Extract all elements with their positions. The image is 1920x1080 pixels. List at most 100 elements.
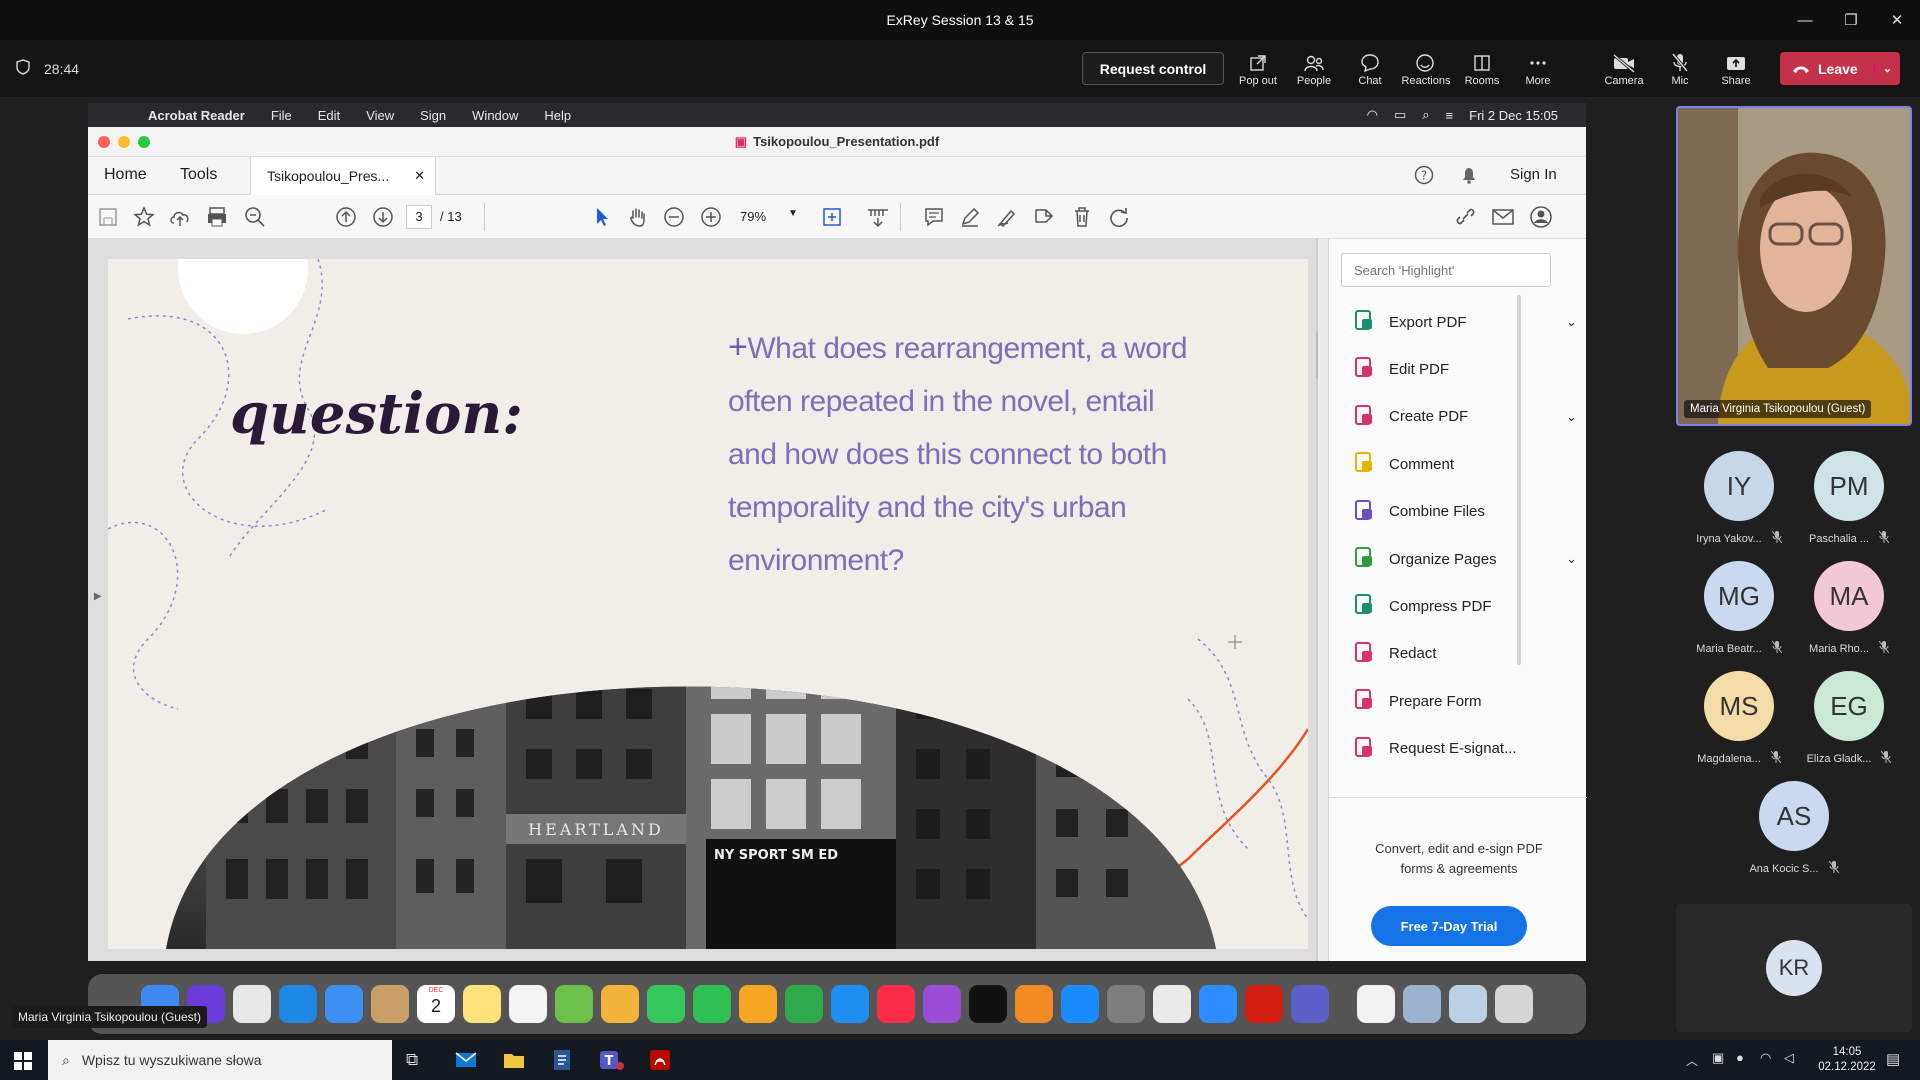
document-tab[interactable]: Tsikopoulou_Pres... ✕ bbox=[250, 157, 436, 195]
file-explorer-icon[interactable] bbox=[502, 1048, 526, 1077]
participant-tile[interactable]: MS Magdalena... bbox=[1687, 671, 1791, 771]
numbers-icon[interactable] bbox=[785, 985, 823, 1023]
safari-icon[interactable] bbox=[279, 985, 317, 1023]
mac-menu-window[interactable]: Window bbox=[472, 108, 518, 123]
word-app-icon[interactable] bbox=[550, 1048, 574, 1077]
print-icon[interactable] bbox=[205, 205, 229, 229]
pages-icon[interactable] bbox=[739, 985, 777, 1023]
rotate-icon[interactable] bbox=[1107, 205, 1131, 229]
save-icon[interactable] bbox=[96, 205, 120, 229]
reminders-icon[interactable] bbox=[509, 985, 547, 1023]
zoom-level-select[interactable]: 79% bbox=[740, 209, 766, 224]
scroll-mode-icon[interactable] bbox=[866, 205, 890, 229]
camera-button[interactable]: Camera bbox=[1596, 40, 1652, 97]
acrobat-dock-icon[interactable] bbox=[1245, 985, 1283, 1023]
mac-menu-view[interactable]: View bbox=[366, 108, 394, 123]
home-tab[interactable]: Home bbox=[104, 166, 147, 184]
chevron-down-icon[interactable]: ⌄ bbox=[1874, 62, 1900, 75]
system-preferences-icon[interactable] bbox=[1107, 985, 1145, 1023]
document-view[interactable]: ▶ question: +What does rearrangement, a … bbox=[88, 239, 1318, 961]
participant-tile[interactable]: MA Maria Rho... bbox=[1797, 561, 1901, 661]
rooms-button[interactable]: Rooms bbox=[1454, 40, 1510, 97]
hand-tool-icon[interactable] bbox=[626, 205, 650, 229]
close-tab-icon[interactable]: ✕ bbox=[414, 168, 425, 184]
control-center-icon[interactable]: ≡ bbox=[1446, 108, 1454, 123]
windows-start-icon[interactable] bbox=[14, 1052, 32, 1075]
notes-icon[interactable] bbox=[463, 985, 501, 1023]
tray-camera-icon[interactable]: ▣ bbox=[1712, 1050, 1724, 1066]
battery-icon[interactable]: ▭ bbox=[1394, 107, 1406, 123]
zoom-dot[interactable] bbox=[138, 136, 150, 148]
chevron-down-icon[interactable]: ⌄ bbox=[1566, 314, 1577, 330]
mic-button[interactable]: Mic bbox=[1652, 40, 1708, 97]
calendar-icon[interactable]: DEC 2 bbox=[417, 985, 455, 1023]
fill-sign-icon[interactable] bbox=[1032, 205, 1056, 229]
draw-icon[interactable] bbox=[995, 205, 1019, 229]
pop-out-button[interactable]: Pop out bbox=[1230, 40, 1286, 97]
tool-prepare-form[interactable]: Prepare Form bbox=[1353, 686, 1553, 716]
taskbar-search[interactable]: ⌕ Wpisz tu wyszukiwane słowa bbox=[48, 1040, 392, 1080]
tools-tab[interactable]: Tools bbox=[180, 166, 217, 184]
share-link-icon[interactable] bbox=[1454, 205, 1478, 229]
more-button[interactable]: More bbox=[1510, 40, 1566, 97]
acrobat-app-icon[interactable] bbox=[648, 1048, 672, 1077]
tool-organize-pages[interactable]: Organize Pages ⌄ bbox=[1353, 544, 1577, 574]
people-button[interactable]: People bbox=[1286, 40, 1342, 97]
chevron-down-icon[interactable]: ⌄ bbox=[1566, 551, 1577, 567]
participant-tile[interactable]: PM Paschalia ... bbox=[1797, 451, 1901, 551]
close-icon[interactable]: ✕ bbox=[1874, 11, 1920, 29]
wifi-icon[interactable]: ◠ bbox=[1367, 107, 1378, 123]
apple-tv-icon[interactable] bbox=[969, 985, 1007, 1023]
share-button[interactable]: Share bbox=[1708, 40, 1764, 97]
free-trial-button[interactable]: Free 7-Day Trial bbox=[1371, 906, 1527, 946]
messages-icon[interactable] bbox=[647, 985, 685, 1023]
tool-request-e-signat[interactable]: Request E-signat... bbox=[1353, 734, 1553, 764]
participant-tile[interactable]: EG Eliza Gladk... bbox=[1797, 671, 1901, 771]
fit-page-icon[interactable] bbox=[820, 205, 844, 229]
zoom-chevron-icon[interactable]: ▼ bbox=[788, 208, 798, 219]
participant-tile[interactable]: KR bbox=[1676, 904, 1912, 1032]
account-icon[interactable] bbox=[1529, 205, 1553, 229]
left-pane-toggle-icon[interactable]: ▶ bbox=[94, 591, 102, 602]
trash-icon[interactable] bbox=[1495, 985, 1533, 1023]
task-view-icon[interactable]: ⧉ bbox=[406, 1050, 418, 1070]
zoom-out-icon[interactable] bbox=[662, 205, 686, 229]
tray-network-icon[interactable]: ◠ bbox=[1760, 1050, 1771, 1066]
tray-volume-icon[interactable]: ◁ bbox=[1784, 1050, 1794, 1066]
tool-comment[interactable]: Comment bbox=[1353, 449, 1553, 479]
request-control-button[interactable]: Request control bbox=[1082, 52, 1224, 85]
close-dot[interactable] bbox=[98, 136, 110, 148]
notifications-icon[interactable]: ▤ bbox=[1886, 1050, 1900, 1068]
zoom-app-icon[interactable] bbox=[1199, 985, 1237, 1023]
music-icon[interactable] bbox=[877, 985, 915, 1023]
teams-app-icon[interactable]: T bbox=[598, 1048, 624, 1077]
document-scrollbar-thumb[interactable] bbox=[1316, 331, 1318, 379]
select-cursor-icon[interactable] bbox=[590, 205, 614, 229]
chrome-icon[interactable] bbox=[1153, 985, 1191, 1023]
document-icon[interactable] bbox=[1357, 985, 1395, 1023]
restore-icon[interactable]: ❐ bbox=[1828, 11, 1874, 29]
page-number-input[interactable]: 3 bbox=[406, 205, 432, 229]
tray-chevron-icon[interactable]: ︿ bbox=[1686, 1052, 1698, 1069]
participant-tile[interactable]: AS Ana Kocic S... bbox=[1742, 781, 1846, 881]
downloads-icon[interactable] bbox=[1449, 985, 1487, 1023]
contacts-icon[interactable] bbox=[371, 985, 409, 1023]
reactions-button[interactable]: Reactions bbox=[1398, 40, 1454, 97]
app-store-icon[interactable] bbox=[1061, 985, 1099, 1023]
comment-tool-icon[interactable] bbox=[922, 205, 946, 229]
search-highlight-input[interactable] bbox=[1341, 253, 1551, 287]
tool-redact[interactable]: Redact bbox=[1353, 639, 1553, 669]
mac-menu-sign[interactable]: Sign bbox=[420, 108, 446, 123]
sign-in-button[interactable]: Sign In bbox=[1510, 166, 1557, 183]
launchpad-icon[interactable] bbox=[233, 985, 271, 1023]
zoom-search-icon[interactable] bbox=[243, 205, 267, 229]
mail-app-icon[interactable] bbox=[454, 1048, 478, 1077]
maps-icon[interactable] bbox=[555, 985, 593, 1023]
taskbar-clock[interactable]: 14:05 02.12.2022 bbox=[1812, 1045, 1882, 1075]
email-icon[interactable] bbox=[1491, 205, 1515, 229]
bookmark-star-icon[interactable] bbox=[132, 205, 156, 229]
chat-button[interactable]: Chat bbox=[1342, 40, 1398, 97]
keynote-icon[interactable] bbox=[831, 985, 869, 1023]
previous-page-icon[interactable] bbox=[334, 205, 358, 229]
chevron-down-icon[interactable]: ⌄ bbox=[1566, 409, 1577, 425]
